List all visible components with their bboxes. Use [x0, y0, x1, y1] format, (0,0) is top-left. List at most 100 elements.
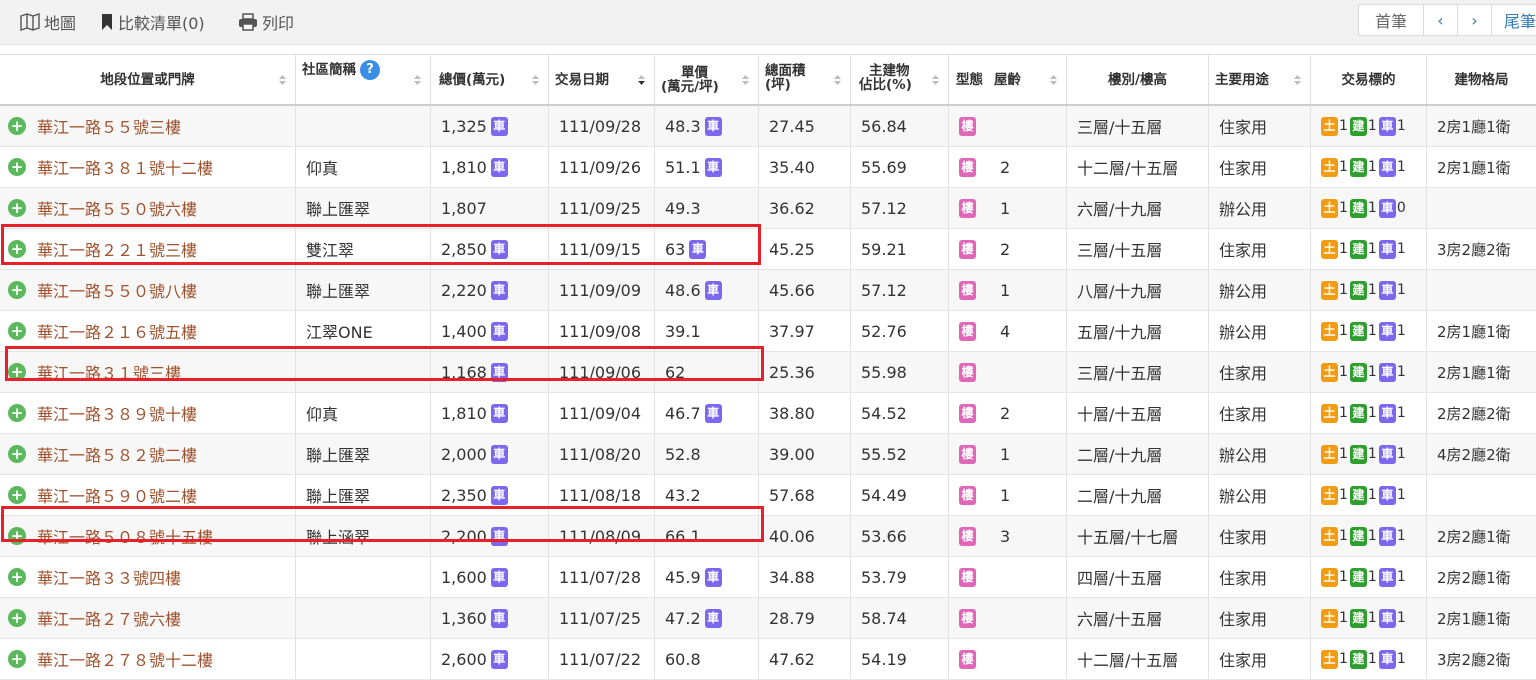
address-link[interactable]: 華江一路５５號三樓 — [37, 114, 181, 138]
expand-plus-icon[interactable]: + — [8, 527, 26, 545]
address-link[interactable]: 華江一路２２１號三樓 — [37, 237, 197, 261]
table-row[interactable]: + 華江一路５５０號八樓 聯上匯翠 2,220 車 111/09/09 48.6 車 45.66… — [0, 270, 1536, 311]
expand-plus-icon[interactable]: + — [8, 363, 26, 381]
total-area: 38.80 — [769, 403, 815, 423]
parking-badge: 車 — [1378, 362, 1396, 382]
main-building-ratio: 55.69 — [861, 157, 907, 177]
expand-plus-icon[interactable]: + — [8, 281, 26, 299]
table-row[interactable]: + 華江一路３８１號十二樓 仰真 1,810 車 111/09/26 51.1 車 35.40 5… — [0, 147, 1536, 188]
parking-badge: 車 — [1378, 403, 1396, 423]
col-unit-price[interactable]: 單價 (萬元/坪) — [654, 55, 758, 104]
address-link[interactable]: 華江一路５５０號八樓 — [37, 278, 197, 302]
address-link[interactable]: 華江一路２７號六樓 — [37, 606, 181, 630]
building-layout: 2房2廳2衛 — [1437, 404, 1511, 423]
col-total-price-label: 總價(萬元) — [439, 71, 506, 88]
trade-date: 111/08/18 — [559, 485, 642, 505]
help-icon[interactable]: ? — [360, 60, 380, 80]
pager-last[interactable]: 尾筆 — [1491, 4, 1536, 36]
table-row[interactable]: + 華江一路５５號三樓 1,325 車 111/09/28 48.3 車 27.45 56.84… — [0, 106, 1536, 147]
col-main-ratio-label-2: 佔比(%) — [859, 77, 912, 93]
expand-plus-icon[interactable]: + — [8, 609, 26, 627]
table-row[interactable]: + 華江一路３１號三樓 1,168 車 111/09/06 62 25.36 55.98 樓三層… — [0, 352, 1536, 393]
building-layout: 2房1廳1衛 — [1437, 158, 1511, 177]
table-row[interactable]: + 華江一路５０８號十五樓 聯上涵翠 2,200 車 111/08/09 66.1 40.06… — [0, 516, 1536, 557]
floor-info: 三層/十五層 — [1077, 364, 1163, 383]
table-row[interactable]: + 華江一路５８２號二樓 聯上匯翠 2,000 車 111/08/20 52.8 39.00 5… — [0, 434, 1536, 475]
table-row[interactable]: + 華江一路２２１號三樓 雙江翠 2,850 車 111/09/15 63 車 45.25 59.… — [0, 229, 1536, 270]
address-link[interactable]: 華江一路２７８號十二樓 — [37, 647, 213, 671]
expand-plus-icon[interactable]: + — [8, 486, 26, 504]
col-community[interactable]: 社區簡稱 ? — [295, 55, 430, 104]
expand-plus-icon[interactable]: + — [8, 240, 26, 258]
expand-plus-icon[interactable]: + — [8, 117, 26, 135]
parking-badge: 車 — [1378, 567, 1396, 587]
community-name: 聯上匯翠 — [306, 200, 371, 219]
building-age: 1 — [1000, 280, 1011, 300]
address-link[interactable]: 華江一路３８９號十樓 — [37, 401, 197, 425]
col-address[interactable]: 地段位置或門牌 — [0, 55, 295, 104]
expand-plus-icon[interactable]: + — [8, 650, 26, 668]
main-usage: 住家用 — [1219, 610, 1268, 629]
expand-plus-icon[interactable]: + — [8, 568, 26, 586]
table-row[interactable]: + 華江一路３３號四樓 1,600 車 111/07/28 45.9 車 34.88 53.79… — [0, 557, 1536, 598]
pager-first[interactable]: 首筆 — [1358, 4, 1424, 36]
col-trade-date[interactable]: 交易日期 — [548, 55, 654, 104]
pager-next[interactable]: › — [1457, 4, 1492, 36]
main-usage: 辦公用 — [1219, 282, 1268, 301]
floor-info: 六層/十九層 — [1077, 200, 1163, 219]
land-count: 1 — [1339, 159, 1348, 175]
address-link[interactable]: 華江一路３８１號十二樓 — [37, 155, 213, 179]
table-row[interactable]: + 華江一路３８９號十樓 仰真 1,810 車 111/09/04 46.7 車 38.80 54… — [0, 393, 1536, 434]
parking-included-badge: 車 — [704, 403, 722, 423]
expand-plus-icon[interactable]: + — [8, 322, 26, 340]
expand-plus-icon[interactable]: + — [8, 158, 26, 176]
address-link[interactable]: 華江一路５９０號二樓 — [37, 483, 197, 507]
expand-plus-icon[interactable]: + — [8, 445, 26, 463]
table-row[interactable]: + 華江一路２７８號十二樓 2,600 車 111/07/22 60.8 47.62 54.1… — [0, 639, 1536, 680]
unit-price: 43.2 — [665, 485, 701, 505]
col-total-price[interactable]: 總價(萬元) — [430, 55, 548, 104]
parking-included-badge: 車 — [704, 157, 722, 177]
address-link[interactable]: 華江一路５０８號十五樓 — [37, 524, 213, 548]
trade-date: 111/07/22 — [559, 649, 642, 669]
address-link[interactable]: 華江一路３１號三樓 — [37, 360, 181, 384]
col-age[interactable]: 屋齡 — [990, 55, 1066, 104]
col-unit-price-label-1: 單價 — [681, 64, 708, 81]
building-type-badge: 樓 — [959, 649, 976, 669]
main-building-ratio: 57.12 — [861, 198, 907, 218]
address-link[interactable]: 華江一路５５０號六樓 — [37, 196, 197, 220]
land-badge: 土 — [1321, 321, 1338, 341]
pager-prev[interactable]: ‹ — [1423, 4, 1458, 36]
map-label: 地圖 — [44, 14, 77, 33]
parking-included-badge: 車 — [490, 321, 508, 341]
col-usage[interactable]: 主要用途 — [1208, 55, 1310, 104]
floor-info: 五層/十九層 — [1077, 323, 1163, 342]
table-row[interactable]: + 華江一路２７號六樓 1,360 車 111/07/25 47.2 車 28.79 58.74… — [0, 598, 1536, 639]
print-button[interactable]: 列印 — [238, 11, 294, 33]
building-count: 1 — [1367, 569, 1377, 585]
community-name: 聯上涵翠 — [306, 528, 371, 547]
floor-info: 六層/十五層 — [1077, 610, 1163, 629]
table-row[interactable]: + 華江一路５９０號二樓 聯上匯翠 2,350 車 111/08/18 43.2 57.68 5… — [0, 475, 1536, 516]
table-row[interactable]: + 華江一路２１６號五樓 江翠ONE 1,400 車 111/09/08 39.1 37.97… — [0, 311, 1536, 352]
total-area: 35.40 — [769, 157, 815, 177]
table-row[interactable]: + 華江一路５５０號六樓 聯上匯翠 1,807 111/09/25 49.3 36.62 57… — [0, 188, 1536, 229]
building-age: 1 — [1000, 485, 1011, 505]
expand-plus-icon[interactable]: + — [8, 404, 26, 422]
map-button[interactable]: 地圖 — [20, 11, 76, 33]
unit-price: 39.1 — [665, 321, 701, 341]
land-badge: 土 — [1321, 567, 1338, 587]
total-price: 2,220 — [441, 280, 487, 300]
col-area[interactable]: 總面積 (坪) — [758, 55, 850, 104]
building-badge: 建 — [1349, 239, 1367, 259]
parking-badge: 車 — [1378, 280, 1396, 300]
building-badge: 建 — [1349, 116, 1367, 136]
community-name: 聯上匯翠 — [306, 282, 371, 301]
parking-count: 1 — [1396, 528, 1406, 544]
expand-plus-icon[interactable]: + — [8, 199, 26, 217]
col-main-ratio[interactable]: 主建物 佔比(%) — [850, 55, 948, 104]
compare-list-button[interactable]: 比較清單(0) — [100, 11, 205, 33]
address-link[interactable]: 華江一路３３號四樓 — [37, 565, 181, 589]
address-link[interactable]: 華江一路５８２號二樓 — [37, 442, 197, 466]
address-link[interactable]: 華江一路２１６號五樓 — [37, 319, 197, 343]
